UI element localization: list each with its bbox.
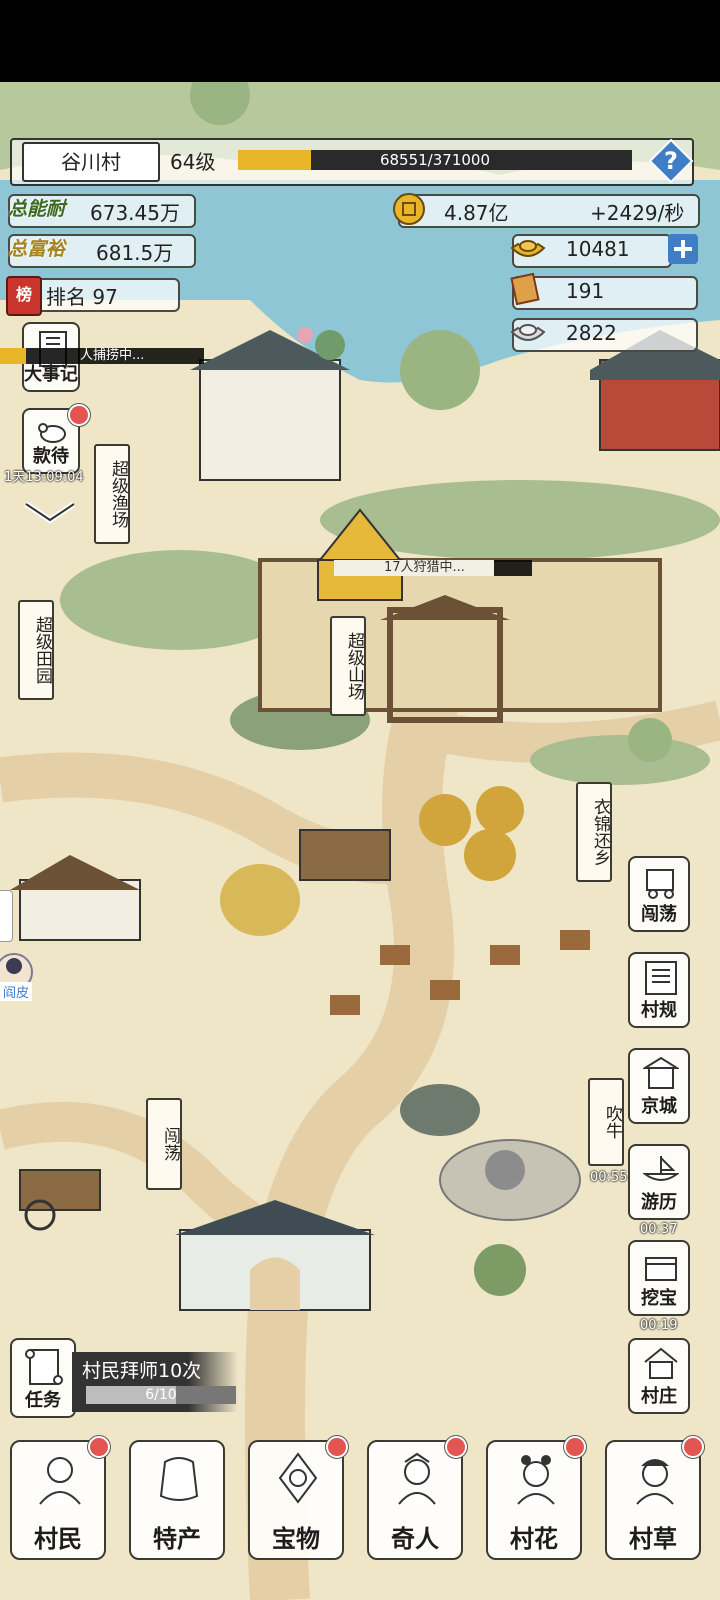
game-screen: 谷川村 64级 68551/371000 ? 总能耐 673.45万 总富裕 6… — [0, 82, 720, 1600]
villager-icon — [39, 1457, 81, 1505]
total-wealth-value: 681.5万 — [96, 241, 174, 265]
fishing-progress-bar: 人捕捞中... — [0, 348, 204, 364]
tab-treasure[interactable]: 宝物 — [248, 1440, 344, 1560]
village-button[interactable]: 村庄 — [628, 1338, 690, 1414]
fishing-progress-fill — [0, 348, 26, 364]
tab-specialty[interactable]: 特产 — [129, 1440, 225, 1560]
help-button[interactable]: ? — [648, 138, 694, 184]
boat-icon — [643, 1156, 679, 1181]
total-power-label: 总能耐 — [8, 198, 66, 220]
scholar-icon — [398, 1452, 436, 1505]
xp-bar: 68551/371000 — [238, 150, 632, 170]
add-gold-button[interactable] — [668, 234, 698, 264]
quest-panel[interactable]: 村民拜师10次 6/10 — [72, 1352, 238, 1412]
boy-icon — [636, 1459, 674, 1505]
scroll-icon — [25, 1349, 63, 1385]
coins-rate: +2429/秒 — [590, 201, 685, 225]
village-name-box[interactable]: 谷川村 — [22, 142, 160, 182]
tab-oddities-label: 奇人 — [391, 1525, 439, 1553]
chest-icon — [645, 1257, 677, 1281]
wander-label: 闯荡 — [641, 904, 677, 925]
gold-ingot-value: 10481 — [566, 237, 630, 261]
coins-value: 4.87亿 — [444, 201, 509, 225]
tab-grass-dot — [682, 1436, 704, 1458]
quest-label: 任务 — [25, 1390, 61, 1411]
tokens-value: 191 — [566, 279, 605, 303]
capital-button[interactable]: 京城 — [628, 1048, 690, 1124]
rank-value: 排名 97 — [46, 285, 118, 309]
capital-label: 京城 — [641, 1096, 677, 1117]
rules-tablet-icon — [645, 961, 677, 995]
tab-villagers[interactable]: 村民 — [10, 1440, 106, 1560]
treasure-hunt-button[interactable]: 挖宝 — [628, 1240, 690, 1316]
tab-grass[interactable]: 村草 — [605, 1440, 701, 1560]
village-level: 64级 — [170, 150, 216, 174]
super-farm-sign[interactable]: 超级田园 — [18, 600, 54, 700]
npc-avatar[interactable]: 阎皮 — [0, 952, 40, 1001]
total-wealth-label: 总富裕 — [8, 238, 66, 260]
silver-ingot-icon — [510, 324, 546, 341]
copper-coin-icon — [393, 193, 425, 225]
tab-treasure-label: 宝物 — [272, 1525, 320, 1553]
total-power-value: 673.45万 — [90, 201, 180, 225]
gold-ingot-icon — [510, 240, 546, 257]
tab-belle-label: 村花 — [510, 1525, 558, 1553]
brag-sign[interactable]: 吹牛 — [588, 1078, 624, 1166]
quest-title: 村民拜师10次 — [82, 1360, 202, 1382]
reception-notification-dot — [68, 404, 90, 426]
travel-button[interactable]: 游历 — [628, 1144, 690, 1220]
wander-sign[interactable]: 闯荡 — [146, 1098, 182, 1190]
tab-treasure-dot — [326, 1436, 348, 1458]
rules-label: 村规 — [641, 1000, 677, 1021]
return-home-sign[interactable]: 衣锦还乡 — [576, 782, 612, 882]
travel-label: 游历 — [641, 1192, 677, 1213]
tab-oddities[interactable]: 奇人 — [367, 1440, 463, 1560]
svg-text:?: ? — [664, 147, 678, 175]
avatar-name: 阎皮 — [0, 982, 33, 1001]
wander-button[interactable]: 闯荡 — [628, 856, 690, 932]
reception-timer: 1天13:09:04 — [4, 470, 84, 485]
travel-timer: 00:37 — [640, 1222, 678, 1237]
tab-villagers-dot — [88, 1436, 110, 1458]
brag-timer: 00:55 — [590, 1170, 628, 1185]
village-label: 村庄 — [641, 1386, 677, 1407]
carriage-icon — [646, 869, 674, 899]
collapse-arrow-icon[interactable] — [20, 492, 80, 532]
quest-button[interactable]: 任务 — [10, 1338, 76, 1418]
quest-progress-text: 6/10 — [145, 1387, 177, 1403]
reception-label: 款待 — [33, 446, 69, 467]
silver-value: 2822 — [566, 321, 617, 345]
girl-icon — [517, 1455, 555, 1505]
left-edge-tab[interactable] — [0, 890, 13, 942]
tab-belle-dot — [564, 1436, 586, 1458]
xp-text: 68551/371000 — [379, 151, 491, 169]
question-icon: ? — [648, 138, 694, 184]
palace-icon — [643, 1056, 679, 1089]
quest-progress-bar: 6/10 — [86, 1386, 236, 1404]
tab-villagers-label: 村民 — [34, 1525, 82, 1553]
treasure-timer: 00:19 — [640, 1318, 678, 1333]
treasure-hunt-label: 挖宝 — [641, 1288, 677, 1309]
super-mountain-sign[interactable]: 超级山场 — [330, 616, 366, 716]
rank-badge-text: 榜 — [15, 285, 32, 304]
tab-specialty-label: 特产 — [153, 1525, 201, 1553]
tab-oddities-dot — [445, 1436, 467, 1458]
mountain-progress-text: 17人狩猎中... — [384, 560, 465, 575]
village-name: 谷川村 — [61, 150, 121, 174]
super-fishery-sign[interactable]: 超级渔场 — [94, 444, 130, 544]
tab-belle[interactable]: 村花 — [486, 1440, 582, 1560]
rank-badge-icon: 榜 — [6, 276, 42, 316]
mountain-progress-bar: 17人狩猎中... — [334, 560, 532, 576]
fishing-progress-text: 人捕捞中... — [80, 348, 145, 363]
red-token-icon — [510, 272, 540, 306]
tab-grass-label: 村草 — [629, 1525, 677, 1553]
treasure-icon — [278, 1452, 318, 1504]
plus-icon — [674, 240, 692, 258]
rules-button[interactable]: 村规 — [628, 952, 690, 1028]
grain-sack-icon — [159, 1457, 199, 1501]
house-icon — [644, 1347, 678, 1379]
